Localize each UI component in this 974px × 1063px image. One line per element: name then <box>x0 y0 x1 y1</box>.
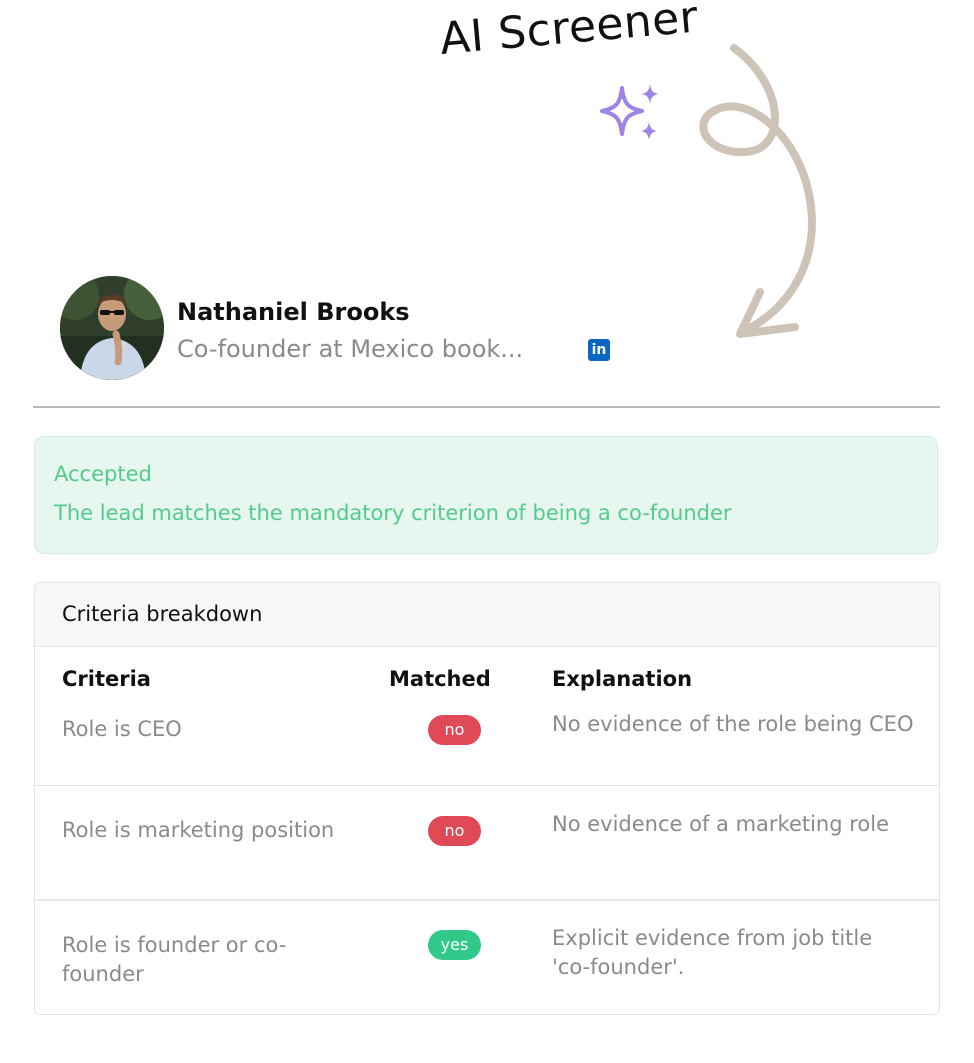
screening-result-box: Accepted The lead matches the mandatory … <box>34 436 938 554</box>
explanation-cell: No evidence of a marketing role <box>552 812 890 836</box>
explanation-cell: No evidence of the role being CEO <box>552 712 914 736</box>
criteria-breakdown-card: Criteria breakdown Criteria Matched Expl… <box>34 582 940 1015</box>
criteria-cell: Role is marketing position <box>62 818 335 842</box>
table-row: Role is CEO no No evidence of the role b… <box>35 709 939 785</box>
lead-name: Nathaniel Brooks <box>177 298 410 326</box>
column-header-explanation: Explanation <box>552 667 693 691</box>
table-row: Role is marketing position no No evidenc… <box>35 786 939 899</box>
status-description: The lead matches the mandatory criterion… <box>54 501 732 525</box>
card-header: Criteria breakdown <box>35 583 939 647</box>
explanation-cell: Explicit evidence from job title 'co-fou… <box>552 926 873 979</box>
sparkles-icon <box>600 84 659 140</box>
divider <box>33 406 940 408</box>
avatar-photo <box>60 276 164 380</box>
matched-badge: yes <box>428 930 481 960</box>
table-row: Role is founder or co-founder yes Explic… <box>35 901 939 1014</box>
ai-screener-annotation: AI Screener <box>437 0 701 65</box>
criteria-cell: Role is CEO <box>62 717 182 741</box>
lead-job-title: Co-founder at Mexico book... <box>177 335 524 363</box>
matched-badge: no <box>428 715 481 745</box>
column-header-matched: Matched <box>389 667 491 691</box>
linkedin-icon[interactable]: in <box>588 339 610 361</box>
matched-badge: no <box>428 816 481 846</box>
lead-profile: Nathaniel Brooks Co-founder at Mexico bo… <box>60 276 940 380</box>
column-header-criteria: Criteria <box>62 667 151 691</box>
avatar[interactable] <box>60 276 164 380</box>
card-title: Criteria breakdown <box>62 602 263 626</box>
criteria-cell: Role is founder or co-founder <box>62 933 287 986</box>
status-title: Accepted <box>54 462 152 486</box>
